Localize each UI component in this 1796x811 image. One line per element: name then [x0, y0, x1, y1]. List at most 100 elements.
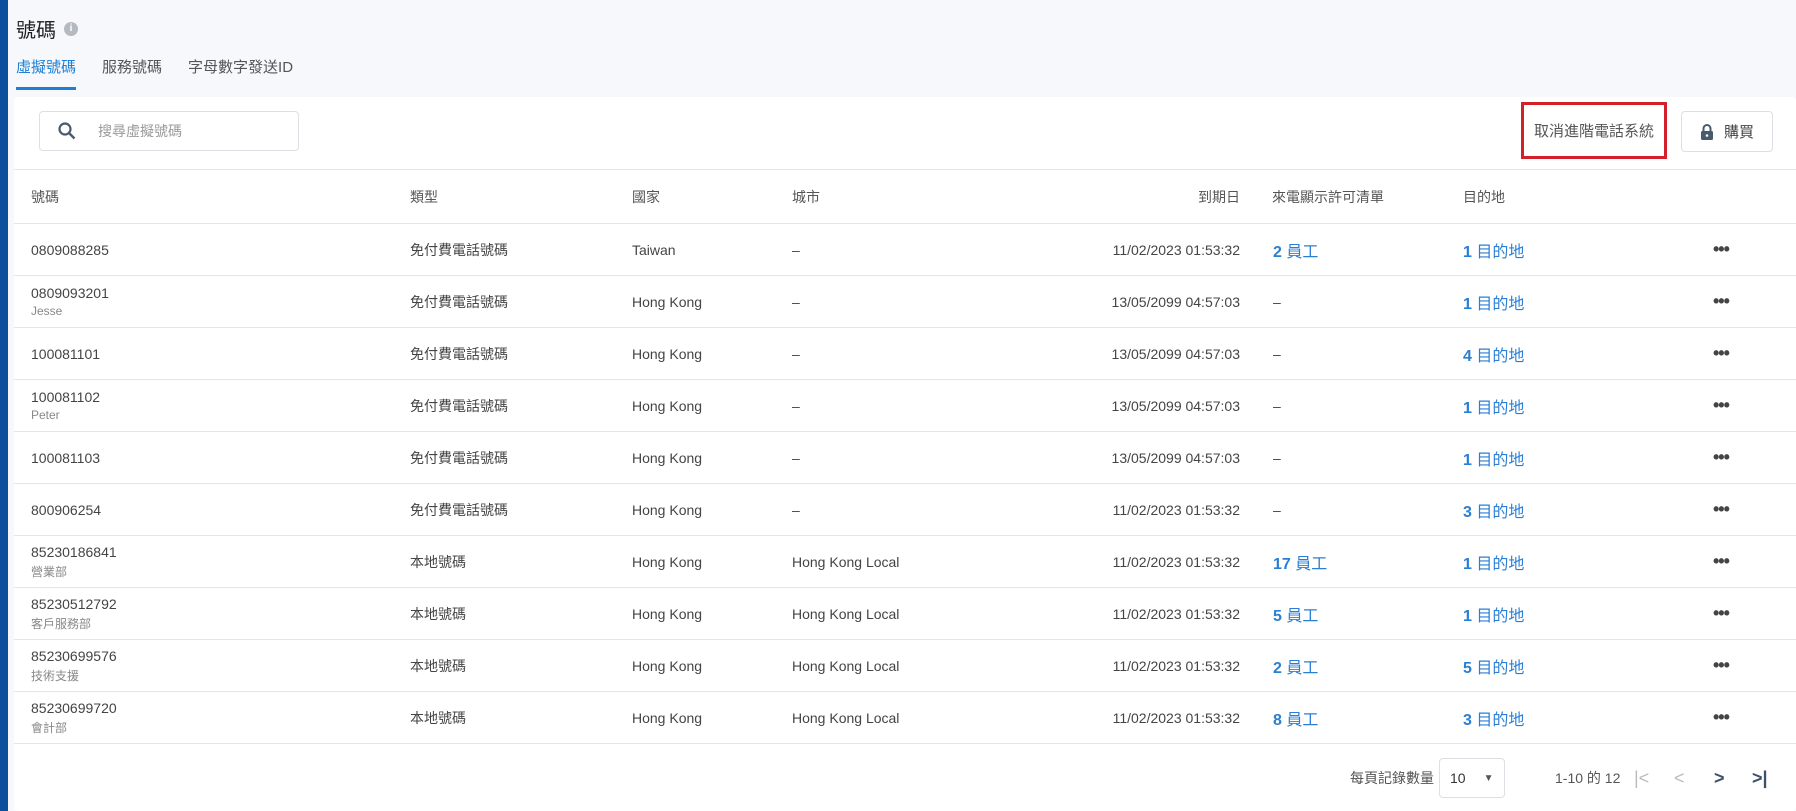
cell-city: – [792, 223, 1092, 276]
allowlist-empty: – [1273, 293, 1281, 310]
cell-type: 本地號碼 [410, 587, 632, 640]
info-icon[interactable]: i [64, 21, 78, 36]
number-label: Peter [31, 408, 60, 422]
cell-actions: ••• [1713, 431, 1796, 484]
allowlist-link[interactable]: 2 員工 [1273, 244, 1318, 261]
cell-allowlist: 2 員工 [1240, 639, 1463, 692]
more-actions-icon[interactable]: ••• [1713, 499, 1730, 519]
destination-link[interactable]: 1 目的地 [1463, 556, 1524, 573]
cell-actions: ••• [1713, 639, 1796, 692]
more-actions-icon[interactable]: ••• [1713, 291, 1730, 311]
cell-expiry: 11/02/2023 01:53:32 [1092, 639, 1240, 692]
table-row[interactable]: 0809088285 免付費電話號碼 Taiwan – 11/02/2023 0… [14, 223, 1796, 276]
destination-unit: 目的地 [1476, 711, 1525, 729]
table-row[interactable]: 85230512792 客戶服務部 本地號碼 Hong Kong Hong Kon… [14, 587, 1796, 640]
cell-number: 800906254 [14, 483, 410, 536]
tab-service-numbers[interactable]: 服務號碼 [102, 56, 162, 90]
col-city[interactable]: 城市 [792, 169, 1092, 224]
destination-link[interactable]: 1 目的地 [1463, 452, 1524, 469]
table-row[interactable]: 85230699576 技術支援 本地號碼 Hong Kong Hong Kong… [14, 639, 1796, 692]
tab-virtual-numbers[interactable]: 虛擬號碼 [16, 56, 77, 90]
destination-link[interactable]: 4 目的地 [1463, 348, 1524, 365]
cell-country: Hong Kong [632, 587, 792, 640]
number-text: 0809088285 [31, 241, 109, 258]
destination-unit: 目的地 [1476, 295, 1525, 313]
cell-destination: 3 目的地 [1463, 483, 1713, 536]
search-input[interactable] [98, 123, 278, 139]
cell-expiry: 11/02/2023 01:53:32 [1092, 691, 1240, 744]
last-page-icon[interactable]: >| [1752, 768, 1768, 789]
left-nav-edge [0, 0, 8, 811]
col-caller-id-allowlist[interactable]: 來電顯示許可清單 [1240, 169, 1463, 224]
destination-unit: 目的地 [1476, 659, 1525, 677]
cell-type: 免付費電話號碼 [410, 379, 632, 432]
more-actions-icon[interactable]: ••• [1713, 551, 1730, 571]
destination-link[interactable]: 1 目的地 [1463, 296, 1524, 313]
cell-expiry: 13/05/2099 04:57:03 [1092, 327, 1240, 380]
table-row[interactable]: 85230186841 營業部 本地號碼 Hong Kong Hong Kong … [14, 535, 1796, 588]
per-page-select[interactable]: 10 ▼ [1439, 758, 1505, 798]
more-actions-icon[interactable]: ••• [1713, 655, 1730, 675]
table-row[interactable]: 100081103 免付費電話號碼 Hong Kong – 13/05/2099… [14, 431, 1796, 484]
cell-actions: ••• [1713, 535, 1796, 588]
page-title-text: 號碼 [16, 20, 56, 42]
table-row[interactable]: 0809093201 Jesse 免付費電話號碼 Hong Kong – 13/0… [14, 275, 1796, 328]
number-text: 100081103 [31, 449, 101, 466]
allowlist-link[interactable]: 17 員工 [1273, 556, 1327, 573]
cell-number: 85230186841 營業部 [14, 535, 410, 588]
destination-link[interactable]: 1 目的地 [1463, 400, 1524, 417]
destination-count: 1 [1463, 555, 1472, 573]
destination-link[interactable]: 1 目的地 [1463, 608, 1524, 625]
tab-alphanumeric-sender-id[interactable]: 字母數字發送ID [188, 56, 293, 90]
cell-type: 免付費電話號碼 [410, 223, 632, 276]
allowlist-unit: 員工 [1286, 659, 1319, 677]
destination-unit: 目的地 [1476, 451, 1525, 469]
cell-type: 免付費電話號碼 [410, 483, 632, 536]
allowlist-count: 5 [1273, 607, 1282, 625]
number-text: 85230699576 [31, 647, 117, 664]
more-actions-icon[interactable]: ••• [1713, 447, 1730, 467]
more-actions-icon[interactable]: ••• [1713, 395, 1730, 415]
cell-country: Hong Kong [632, 327, 792, 380]
search-icon [58, 122, 76, 140]
cell-city: – [792, 431, 1092, 484]
cell-destination: 1 目的地 [1463, 431, 1713, 484]
allowlist-unit: 員工 [1286, 711, 1319, 729]
cell-expiry: 13/05/2099 04:57:03 [1092, 275, 1240, 328]
table-row[interactable]: 85230699720 會計部 本地號碼 Hong Kong Hong Kong … [14, 691, 1796, 744]
destination-link[interactable]: 3 目的地 [1463, 504, 1524, 521]
buy-button[interactable]: 購買 [1681, 111, 1773, 152]
search-box [39, 111, 299, 151]
more-actions-icon[interactable]: ••• [1713, 707, 1730, 727]
col-number[interactable]: 號碼 [14, 169, 410, 224]
col-country[interactable]: 國家 [632, 169, 792, 224]
cell-expiry: 13/05/2099 04:57:03 [1092, 379, 1240, 432]
more-actions-icon[interactable]: ••• [1713, 603, 1730, 623]
destination-unit: 目的地 [1476, 503, 1525, 521]
col-destination[interactable]: 目的地 [1463, 169, 1713, 224]
more-actions-icon[interactable]: ••• [1713, 343, 1730, 363]
prev-page-icon[interactable]: < [1674, 768, 1685, 789]
cell-type: 免付費電話號碼 [410, 431, 632, 484]
destination-link[interactable]: 5 目的地 [1463, 660, 1524, 677]
allowlist-link[interactable]: 2 員工 [1273, 660, 1318, 677]
col-expiry[interactable]: 到期日 [1092, 169, 1240, 224]
allowlist-link[interactable]: 8 員工 [1273, 712, 1318, 729]
allowlist-link[interactable]: 5 員工 [1273, 608, 1318, 625]
cancel-advanced-phone-system-button[interactable]: 取消進階電話系統 [1521, 102, 1667, 159]
destination-count: 1 [1463, 399, 1472, 417]
next-page-icon[interactable]: > [1714, 768, 1725, 789]
destination-unit: 目的地 [1476, 607, 1525, 625]
cell-expiry: 11/02/2023 01:53:32 [1092, 587, 1240, 640]
destination-count: 1 [1463, 295, 1472, 313]
table-row[interactable]: 100081101 免付費電話號碼 Hong Kong – 13/05/2099… [14, 327, 1796, 380]
destination-link[interactable]: 3 目的地 [1463, 712, 1524, 729]
destination-link[interactable]: 1 目的地 [1463, 244, 1524, 261]
more-actions-icon[interactable]: ••• [1713, 239, 1730, 259]
table-row[interactable]: 100081102 Peter 免付費電話號碼 Hong Kong – 13/05… [14, 379, 1796, 432]
cell-expiry: 11/02/2023 01:53:32 [1092, 535, 1240, 588]
destination-count: 1 [1463, 243, 1472, 261]
table-row[interactable]: 800906254 免付費電話號碼 Hong Kong – 11/02/2023… [14, 483, 1796, 536]
col-type[interactable]: 類型 [410, 169, 632, 224]
first-page-icon[interactable]: |< [1634, 768, 1649, 789]
